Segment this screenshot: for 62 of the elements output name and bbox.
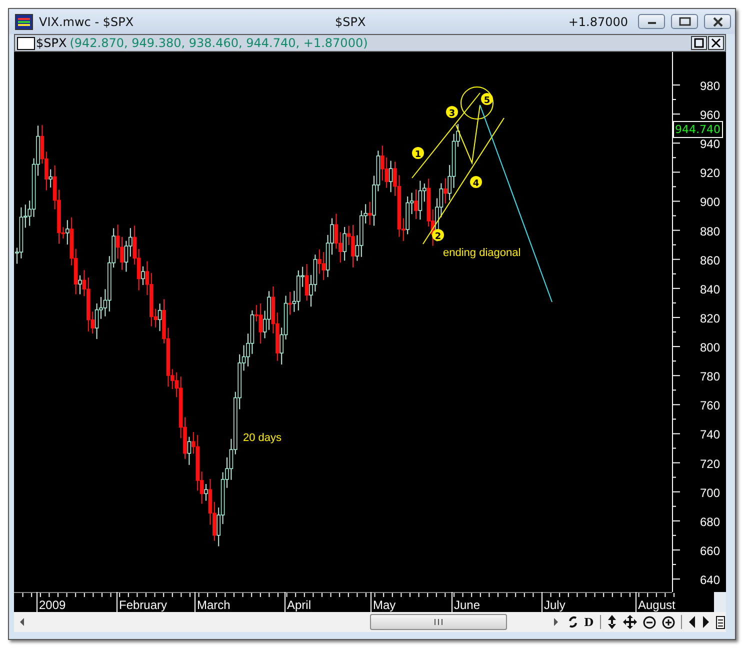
- price-label: 660: [700, 544, 720, 558]
- pattern-label: ending diagonal: [443, 247, 521, 259]
- price-label: 700: [700, 486, 720, 500]
- price-label: 860: [700, 253, 720, 268]
- restore-icon: [678, 17, 690, 26]
- refresh-icon[interactable]: [568, 615, 578, 629]
- restore-button[interactable]: [671, 14, 698, 29]
- app-icon: [15, 14, 33, 30]
- price-label: 640: [700, 573, 720, 588]
- wave-label: 1: [412, 147, 424, 160]
- price-label: 720: [700, 456, 720, 471]
- scroll-left-icon[interactable]: [18, 617, 26, 627]
- wave-label: 2: [432, 229, 444, 242]
- ohlc-values: (942.870, 949.380, 938.460, 944.740, +1.87000): [70, 36, 368, 50]
- price-label: 960: [700, 108, 720, 122]
- vertical-arrows-icon[interactable]: [606, 615, 617, 629]
- target-circle: [460, 86, 494, 120]
- month-label: May: [373, 598, 396, 612]
- last-price-tag: 944.740: [673, 121, 722, 138]
- window-title: VIX.mwc - $SPX: [39, 14, 135, 28]
- left-arrow-icon[interactable]: [688, 616, 696, 628]
- wave-label: 3: [446, 106, 458, 119]
- scroll-right-icon[interactable]: [552, 617, 560, 627]
- change-value: +1.87000: [568, 14, 628, 28]
- close-button[interactable]: [704, 14, 731, 29]
- month-label: June: [454, 598, 480, 612]
- wave-label: 5: [481, 93, 493, 106]
- symbol-title: $SPX: [335, 14, 367, 28]
- month-label: July: [544, 598, 566, 612]
- price-label: 840: [700, 282, 720, 296]
- zoom-in-icon[interactable]: [662, 616, 675, 628]
- minimize-button[interactable]: [638, 14, 665, 29]
- scroll-thumb[interactable]: [370, 614, 507, 630]
- close-button[interactable]: [708, 36, 724, 50]
- month-label: August: [638, 598, 676, 612]
- month-label: April: [287, 598, 312, 612]
- price-label: 740: [700, 428, 720, 442]
- window-icon: [17, 36, 35, 50]
- zoom-out-icon[interactable]: [642, 616, 656, 628]
- month-label: March: [197, 598, 230, 612]
- price-label: 940: [700, 137, 720, 152]
- page-icon[interactable]: [716, 616, 725, 628]
- duration-label: 20 days: [243, 432, 282, 444]
- wave-label: 4: [470, 176, 482, 189]
- month-label: 2009: [39, 598, 66, 612]
- wave-line: [456, 104, 480, 165]
- price-label: 760: [700, 398, 720, 413]
- price-label: 820: [700, 311, 720, 326]
- price-label: 880: [700, 224, 720, 238]
- price-label: 800: [700, 340, 720, 355]
- month-label: February: [119, 598, 168, 612]
- right-arrow-icon[interactable]: [702, 616, 710, 628]
- period-button[interactable]: D: [584, 616, 594, 628]
- maximize-button[interactable]: [691, 36, 707, 50]
- move-icon[interactable]: [622, 615, 637, 629]
- price-label: 780: [700, 370, 720, 384]
- price-label: 920: [700, 166, 720, 180]
- chart-symbol: $SPX: [36, 36, 67, 50]
- price-label: 680: [700, 514, 720, 529]
- price-label: 900: [700, 195, 720, 210]
- price-label: 980: [700, 79, 720, 93]
- close-icon: [712, 16, 724, 26]
